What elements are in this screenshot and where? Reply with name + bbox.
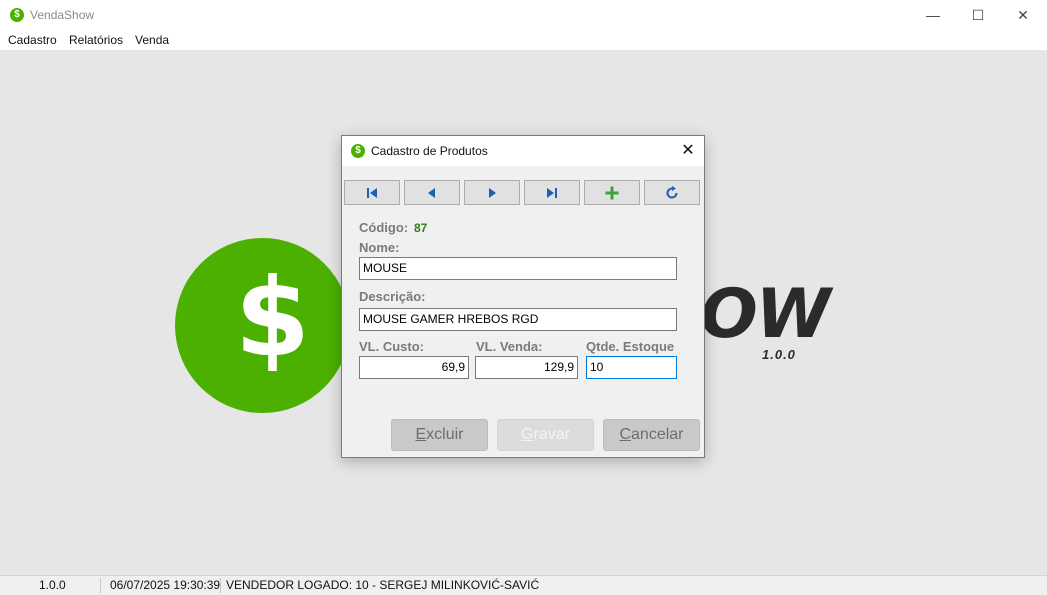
- status-separator: [100, 578, 101, 593]
- refresh-button[interactable]: [644, 180, 700, 205]
- logo-text: OW: [700, 275, 831, 354]
- dollar-circle-icon: $: [351, 144, 365, 158]
- dollar-circle-icon: $: [10, 8, 24, 22]
- previous-icon: [428, 187, 435, 198]
- dialog-titlebar: $ Cadastro de Produtos ✕: [342, 136, 704, 166]
- first-icon: [367, 187, 377, 198]
- status-bar: 1.0.0 06/07/2025 19:30:39 VENDEDOR LOGAD…: [0, 575, 1047, 595]
- vl-venda-label: VL. Venda:: [476, 339, 543, 354]
- excluir-mnemonic: E: [415, 426, 427, 443]
- descricao-input[interactable]: MOUSE GAMER HREBOS RGD: [359, 308, 677, 331]
- codigo-label: Código:: [359, 220, 409, 235]
- gravar-button[interactable]: Gravar: [497, 419, 594, 451]
- close-window-button[interactable]: ✕: [1000, 0, 1046, 31]
- codigo-value: 87: [414, 221, 428, 235]
- menu-venda[interactable]: Venda: [135, 33, 169, 47]
- menu-relatorios[interactable]: Relatórios: [69, 33, 123, 47]
- minimize-button[interactable]: —: [910, 0, 956, 31]
- next-record-button[interactable]: [464, 180, 520, 205]
- maximize-button[interactable]: ☐: [955, 0, 1001, 31]
- window-title: VendaShow: [30, 8, 95, 22]
- vl-venda-input[interactable]: 129,9: [475, 356, 578, 379]
- cadastro-produtos-dialog: $ Cadastro de Produtos ✕ Código: 87 Nome…: [341, 135, 705, 458]
- gravar-mnemonic: G: [521, 426, 534, 443]
- status-vendedor: VENDEDOR LOGADO: 10 - SERGEJ MILINKOVIĆ-…: [226, 578, 540, 592]
- gravar-label: ravar: [533, 426, 570, 443]
- cancelar-mnemonic: C: [619, 426, 632, 443]
- cancelar-button[interactable]: Cancelar: [603, 419, 700, 451]
- logo-dollar-circle: $: [175, 238, 350, 413]
- refresh-icon: [666, 185, 678, 199]
- nome-label: Nome:: [359, 240, 400, 255]
- add-record-button[interactable]: [584, 180, 640, 205]
- vl-custo-input[interactable]: 69,9: [359, 356, 469, 379]
- next-icon: [489, 187, 496, 198]
- nome-input[interactable]: MOUSE: [359, 257, 677, 280]
- status-separator: [220, 578, 221, 593]
- menu-bar: Cadastro Relatórios Venda: [0, 31, 1047, 50]
- window-titlebar: $ VendaShow — ☐ ✕: [0, 0, 1047, 31]
- dialog-close-button[interactable]: ✕: [676, 139, 700, 163]
- dialog-title: Cadastro de Produtos: [371, 144, 488, 158]
- status-datetime: 06/07/2025 19:30:39: [110, 578, 221, 592]
- first-record-button[interactable]: [344, 180, 400, 205]
- logo-version: 1.0.0: [762, 347, 796, 362]
- cancelar-label: ancelar: [631, 426, 684, 443]
- previous-record-button[interactable]: [404, 180, 460, 205]
- menu-cadastro[interactable]: Cadastro: [8, 33, 57, 47]
- last-record-button[interactable]: [524, 180, 580, 205]
- qtde-estoque-input[interactable]: 10: [586, 356, 677, 379]
- excluir-button[interactable]: Excluir: [391, 419, 488, 451]
- excluir-label: xcluir: [426, 426, 464, 443]
- last-icon: [547, 187, 557, 198]
- vl-custo-label: VL. Custo:: [359, 339, 424, 354]
- qtde-estoque-label: Qtde. Estoque: [586, 339, 675, 354]
- plus-icon: [605, 186, 619, 199]
- descricao-label: Descrição:: [359, 289, 426, 304]
- status-version: 1.0.0: [39, 578, 66, 592]
